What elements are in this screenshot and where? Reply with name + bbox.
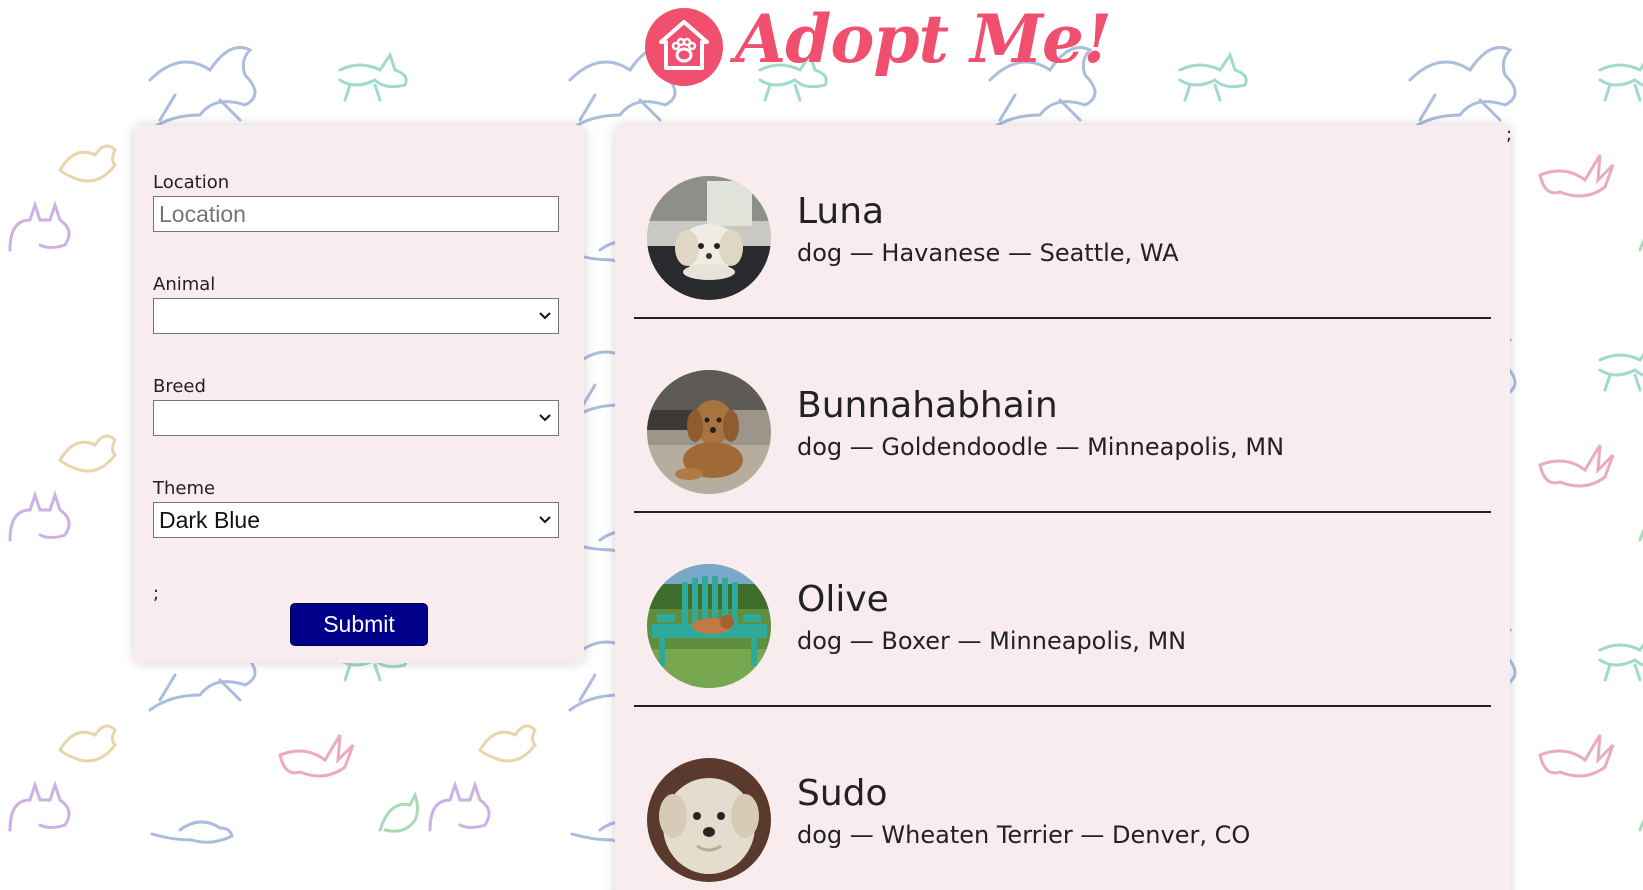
theme-select-value: Dark Blue [159, 507, 260, 533]
breed-select[interactable] [153, 400, 559, 436]
stray-semicolon-results: ; [1506, 124, 1513, 145]
pet-description: dog — Havanese — Seattle, WA [797, 239, 1179, 267]
wheaten-terrier-dog-photo [647, 758, 771, 882]
location-label: Location [153, 172, 230, 193]
theme-label: Theme [153, 478, 216, 499]
pet-name: Bunnahabhain [797, 385, 1058, 426]
pet-name: Luna [797, 191, 885, 232]
chevron-down-icon [539, 516, 551, 524]
location-input[interactable]: Location [153, 196, 559, 232]
havanese-dog-photo [647, 176, 771, 300]
chevron-down-icon [539, 414, 551, 422]
submit-button[interactable]: Submit [291, 604, 427, 645]
pet-description: dog — Boxer — Minneapolis, MN [797, 627, 1187, 655]
pet-card[interactable]: Olive dog — Boxer — Minneapolis, MN [634, 513, 1491, 707]
site-logo[interactable]: Adopt Me! [645, 0, 1112, 104]
pet-card[interactable]: Luna dog — Havanese — Seattle, WA [634, 125, 1491, 319]
pet-name: Sudo [797, 773, 888, 814]
pet-description: dog — Wheaten Terrier — Denver, CO [797, 821, 1251, 849]
stray-semicolon: ; [153, 583, 160, 604]
boxer-dog-on-bench-photo [647, 564, 771, 688]
animal-label: Animal [153, 274, 216, 295]
site-title: Adopt Me! [735, 0, 1112, 78]
search-form: Location Location Animal Breed Theme Dar… [134, 125, 584, 663]
pet-results: Luna dog — Havanese — Seattle, WA Bunnah… [615, 125, 1510, 890]
pet-card[interactable]: Sudo dog — Wheaten Terrier — Denver, CO [634, 707, 1491, 890]
pet-card[interactable]: Bunnahabhain dog — Goldendoodle — Minnea… [634, 319, 1491, 513]
house-paw-icon [645, 8, 723, 86]
breed-label: Breed [153, 376, 206, 397]
theme-select[interactable]: Dark Blue [153, 502, 559, 538]
goldendoodle-dog-photo [647, 370, 771, 494]
chevron-down-icon [539, 312, 551, 320]
animal-select[interactable] [153, 298, 559, 334]
pet-name: Olive [797, 579, 889, 620]
pet-description: dog — Goldendoodle — Minneapolis, MN [797, 433, 1285, 461]
